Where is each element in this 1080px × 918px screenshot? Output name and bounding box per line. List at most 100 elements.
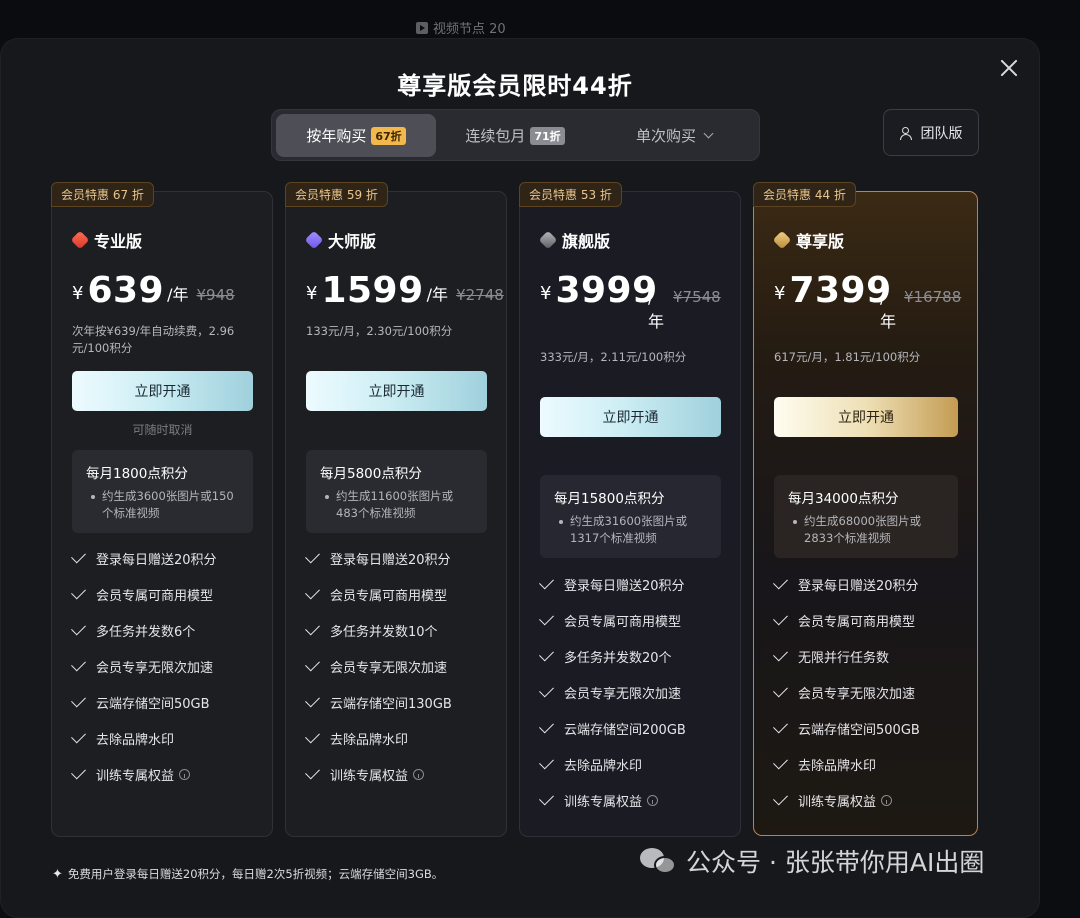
- price-unit: / 年: [648, 288, 665, 331]
- feature-item: 多任务并发数20个: [539, 638, 730, 674]
- feature-item: 去除品牌水印: [71, 720, 262, 756]
- info-icon[interactable]: [647, 794, 659, 806]
- credits-box: 每月1800点积分 约生成3600张图片或150个标准视频: [72, 450, 253, 533]
- feature-item: 训练专属权益: [305, 756, 496, 792]
- check-icon: [539, 718, 554, 733]
- feature-item: 去除品牌水印: [539, 746, 730, 782]
- check-icon: [305, 584, 320, 599]
- purple-gem-icon: [304, 230, 324, 250]
- price: ¥ 7399: [774, 270, 892, 311]
- feature-item: 登录每日赠送20积分: [773, 566, 964, 602]
- check-icon: [773, 574, 788, 589]
- check-icon: [773, 754, 788, 769]
- check-icon: [71, 692, 86, 707]
- check-icon: [305, 620, 320, 635]
- check-icon: [305, 728, 320, 743]
- feature-item: 会员专享无限次加速: [71, 648, 262, 684]
- background-strip: [0, 0, 1080, 40]
- plan-name: 旗舰版: [538, 228, 610, 252]
- feature-item: 云端存储空间200GB: [539, 710, 730, 746]
- tab-yearly[interactable]: 按年购买 67折: [276, 114, 436, 157]
- feature-item: 去除品牌水印: [773, 746, 964, 782]
- check-icon: [773, 682, 788, 697]
- price-unit: / 年: [880, 288, 897, 331]
- plan-card-premium: 尊享版 ¥ 7399 / 年 ¥16788 617元/月，1.81元/100积分…: [753, 191, 978, 836]
- team-edition-button[interactable]: 团队版: [883, 109, 979, 156]
- feature-item: 会员专属可商用模型: [773, 602, 964, 638]
- feature-item: 会员专属可商用模型: [539, 602, 730, 638]
- check-icon: [71, 584, 86, 599]
- price-subtext: 次年按¥639/年自动续费，2.96元/100积分: [72, 324, 235, 355]
- check-icon: [539, 790, 554, 805]
- check-icon: [539, 754, 554, 769]
- subscribe-button[interactable]: 立即开通: [774, 397, 958, 437]
- feature-item: 会员专享无限次加速: [773, 674, 964, 710]
- feature-item: 登录每日赠送20积分: [539, 566, 730, 602]
- plan-name: 尊享版: [772, 228, 844, 252]
- feature-list: 登录每日赠送20积分 会员专属可商用模型 多任务并发数20个 会员专享无限次加速…: [539, 566, 730, 818]
- credits-box: 每月5800点积分 约生成11600张图片或483个标准视频: [306, 450, 487, 533]
- info-icon[interactable]: [179, 768, 191, 780]
- feature-list: 登录每日赠送20积分 会员专属可商用模型 多任务并发数6个 会员专享无限次加速 …: [71, 540, 262, 792]
- promo-tag: 会员特惠 44 折: [753, 182, 856, 207]
- discount-badge: 71折: [530, 126, 565, 145]
- original-price: ¥2748: [456, 286, 504, 304]
- check-icon: [71, 656, 86, 671]
- check-icon: [539, 646, 554, 661]
- feature-item: 登录每日赠送20积分: [305, 540, 496, 576]
- info-icon[interactable]: [413, 768, 425, 780]
- feature-item: 会员专享无限次加速: [305, 648, 496, 684]
- feature-item: 云端存储空间500GB: [773, 710, 964, 746]
- check-icon: [71, 728, 86, 743]
- credits-box: 每月34000点积分 约生成68000张图片或2833个标准视频: [774, 475, 958, 558]
- feature-item: 无限并行任务数: [773, 638, 964, 674]
- promo-tag: 会员特惠 59 折: [285, 182, 388, 207]
- price: ¥ 1599 /年 ¥2748: [306, 270, 504, 311]
- wechat-icon: [640, 846, 678, 876]
- check-icon: [773, 718, 788, 733]
- tab-single[interactable]: 单次购买: [594, 114, 754, 157]
- red-gem-icon: [70, 230, 90, 250]
- check-icon: [539, 682, 554, 697]
- check-icon: [305, 764, 320, 779]
- credits-box: 每月15800点积分 约生成31600张图片或1317个标准视频: [540, 475, 721, 558]
- price-subtext: 617元/月，1.81元/100积分: [774, 350, 921, 364]
- price-subtext: 333元/月，2.11元/100积分: [540, 350, 687, 364]
- watermark: 公众号 · 张张带你用AI出圈: [640, 843, 984, 879]
- info-icon[interactable]: [881, 794, 893, 806]
- play-icon: [416, 21, 428, 34]
- original-price: ¥7548: [673, 288, 721, 306]
- check-icon: [305, 548, 320, 563]
- subscribe-button[interactable]: 立即开通: [306, 371, 487, 411]
- users-icon: [899, 126, 915, 140]
- feature-item: 多任务并发数10个: [305, 612, 496, 648]
- check-icon: [71, 764, 86, 779]
- feature-list: 登录每日赠送20积分 会员专属可商用模型 无限并行任务数 会员专享无限次加速 云…: [773, 566, 964, 818]
- check-icon: [773, 610, 788, 625]
- subscribe-button[interactable]: 立即开通: [540, 397, 721, 437]
- promo-tag: 会员特惠 53 折: [519, 182, 622, 207]
- plan-card-flagship: 旗舰版 ¥ 3999 / 年 ¥7548 333元/月，2.11元/100积分 …: [519, 191, 741, 837]
- feature-item: 训练专属权益: [773, 782, 964, 818]
- feature-item: 会员专属可商用模型: [71, 576, 262, 612]
- price: ¥ 639 /年 ¥948: [72, 270, 235, 311]
- plan-name: 大师版: [304, 228, 376, 252]
- sparkle-icon: ✦: [52, 866, 63, 882]
- check-icon: [773, 790, 788, 805]
- feature-item: 训练专属权益: [539, 782, 730, 818]
- check-icon: [539, 610, 554, 625]
- feature-item: 云端存储空间50GB: [71, 684, 262, 720]
- tab-monthly[interactable]: 连续包月 71折: [440, 114, 590, 157]
- check-icon: [305, 656, 320, 671]
- subscribe-button[interactable]: 立即开通: [72, 371, 253, 411]
- original-price: ¥948: [196, 286, 235, 304]
- feature-item: 会员专享无限次加速: [539, 674, 730, 710]
- free-user-footnote: ✦ 免费用户登录每日赠送20积分，每日赠2次5折视频；云端存储空间3GB。: [52, 866, 444, 882]
- check-icon: [773, 646, 788, 661]
- plan-card-pro: 专业版 ¥ 639 /年 ¥948 次年按¥639/年自动续费，2.96元/10…: [51, 191, 273, 837]
- original-price: ¥16788: [904, 288, 962, 306]
- gold-gem-icon: [772, 230, 792, 250]
- plan-name: 专业版: [70, 228, 142, 252]
- video-node-label: 视频节点 20: [416, 18, 506, 37]
- feature-item: 训练专属权益: [71, 756, 262, 792]
